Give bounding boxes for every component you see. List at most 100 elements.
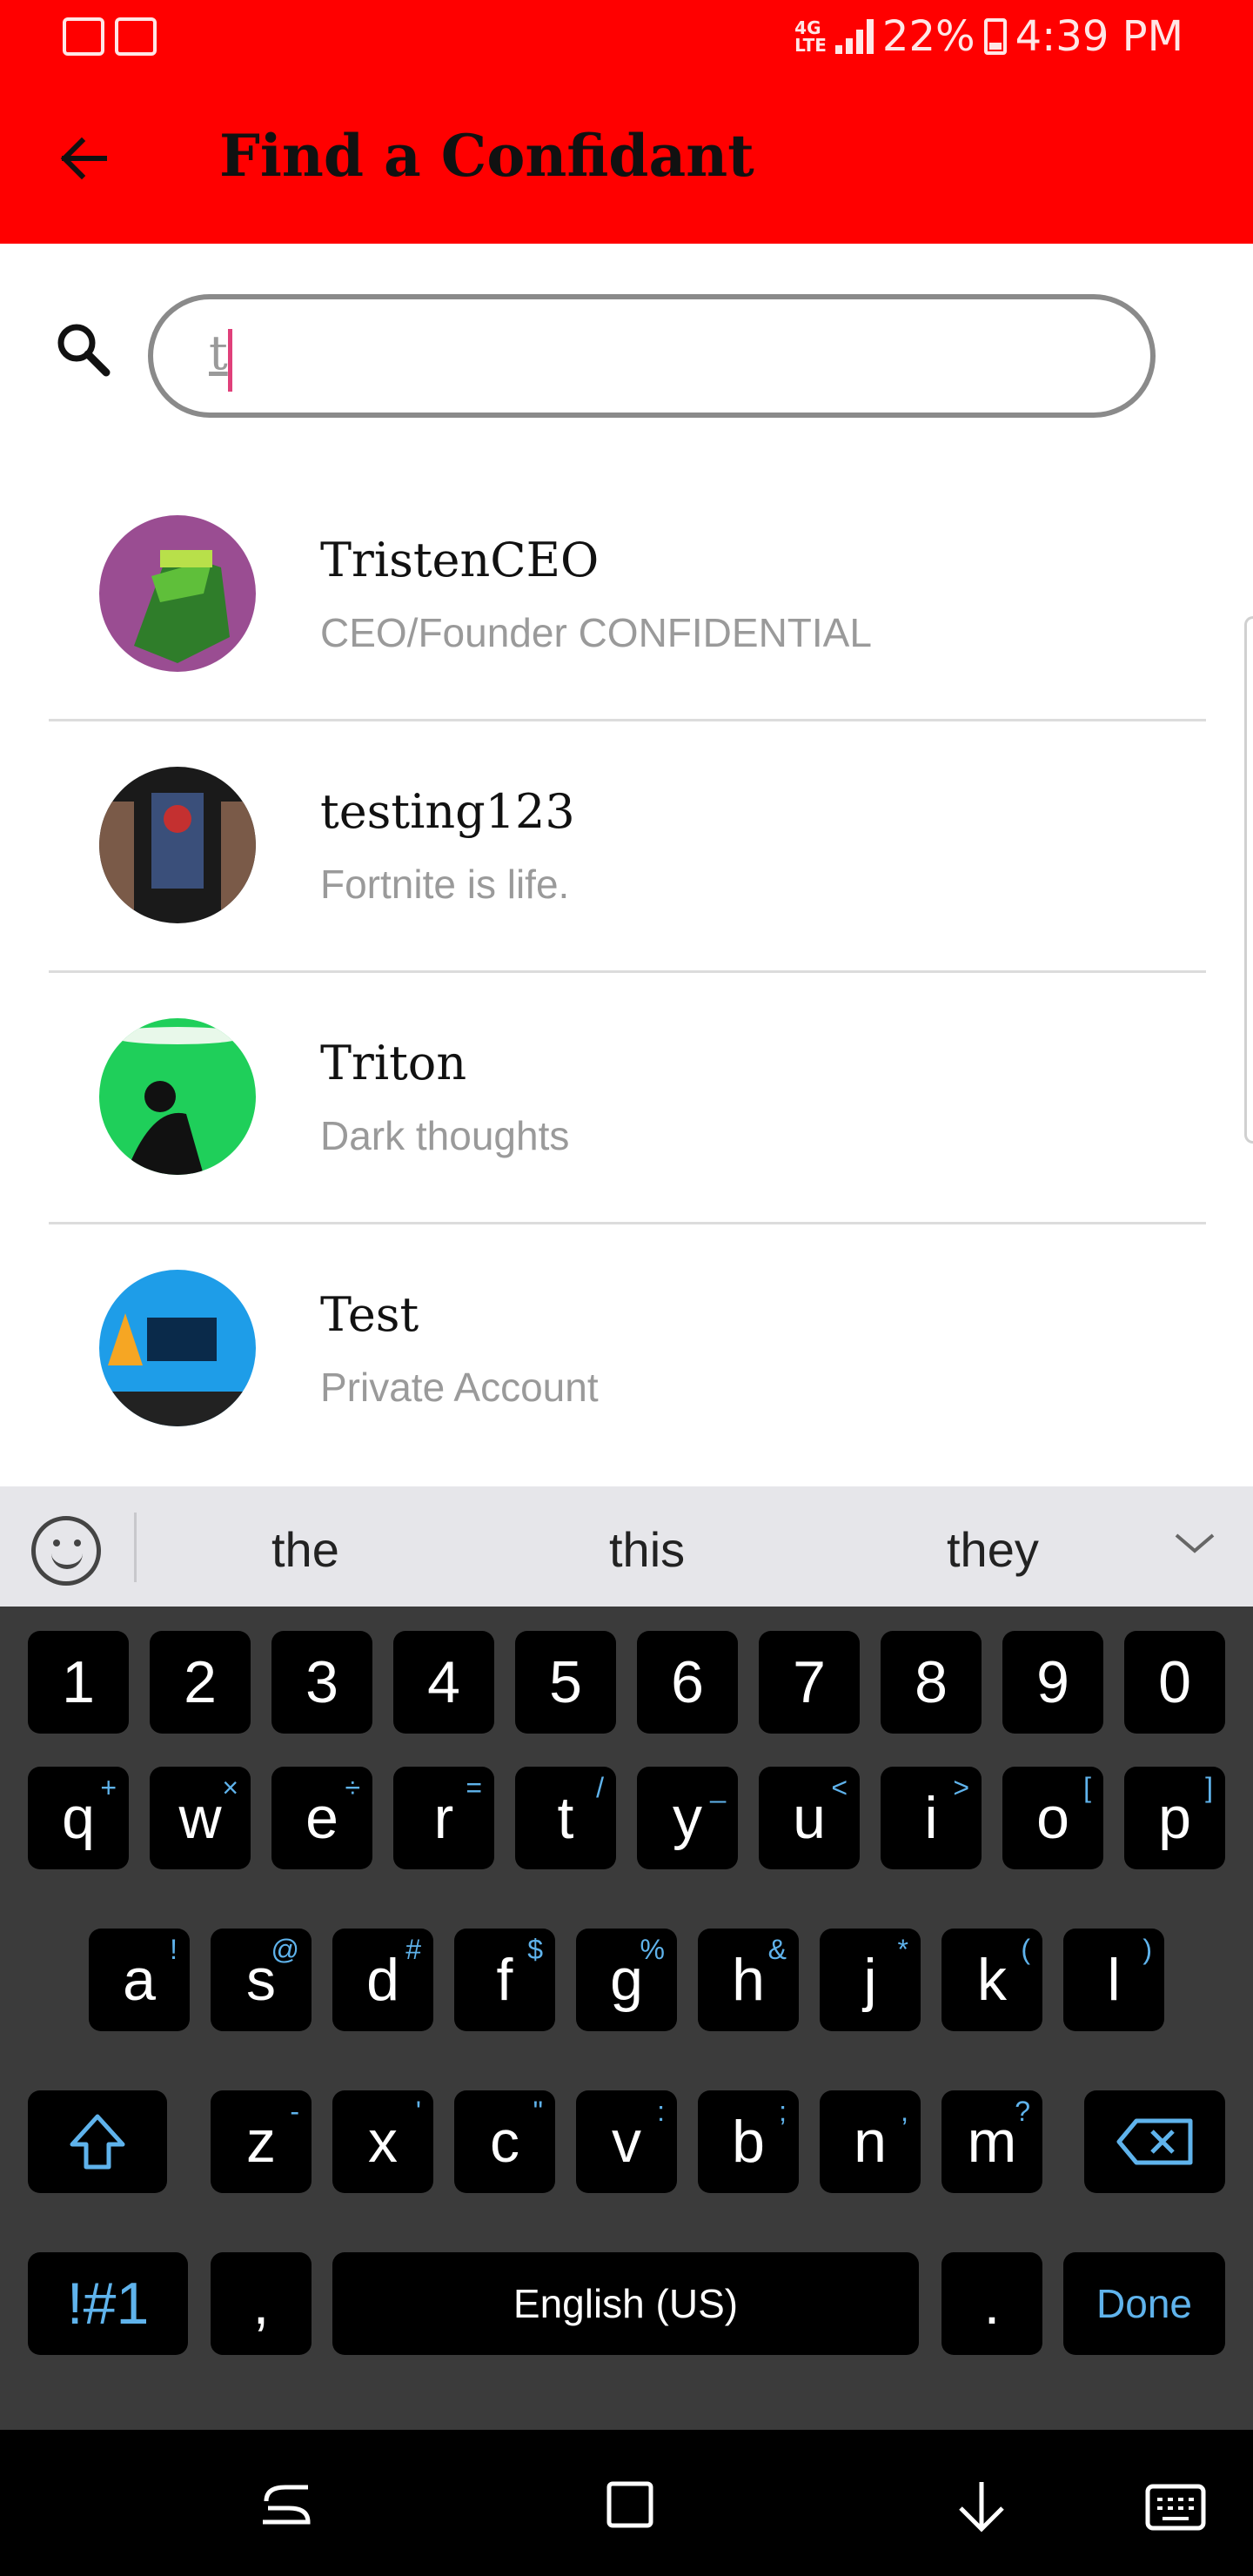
key-z-label: z	[246, 2109, 276, 2175]
key-j-label: j	[863, 1947, 877, 2013]
key-x[interactable]: x '	[332, 2090, 433, 2193]
key-w-label: w	[178, 1785, 222, 1851]
page-title: Find a Confidant	[219, 122, 754, 190]
key-d[interactable]: d #	[332, 1929, 433, 2031]
key-p[interactable]: p]	[1124, 1767, 1225, 1869]
key-w[interactable]: w ×	[150, 1767, 251, 1869]
signal-icon	[834, 19, 874, 54]
user-bio: Private Account	[320, 1365, 599, 1410]
recents-icon[interactable]	[259, 2479, 312, 2531]
key-done[interactable]: Done	[1063, 2252, 1225, 2355]
key-g-hint: %	[640, 1934, 665, 1965]
key-x-hint: '	[415, 2096, 421, 2127]
key-m[interactable]: m?	[941, 2090, 1042, 2193]
key-a[interactable]: a!	[89, 1929, 190, 2031]
key-g[interactable]: g%	[576, 1929, 677, 2031]
key-d-label: d	[366, 1947, 399, 2013]
key-o[interactable]: o[	[1002, 1767, 1103, 1869]
home-icon[interactable]	[604, 2479, 656, 2531]
key-4[interactable]: 4	[393, 1631, 494, 1734]
key-m-label: m	[967, 2109, 1017, 2175]
hide-keyboard-icon[interactable]	[954, 2479, 1009, 2534]
key-1[interactable]: 1	[28, 1631, 129, 1734]
key-shift[interactable]	[28, 2090, 167, 2193]
key-9-label: 9	[1036, 1649, 1069, 1715]
key-c[interactable]: c "	[454, 2090, 555, 2193]
key-k[interactable]: k(	[941, 1929, 1042, 2031]
key-t[interactable]: t /	[515, 1767, 616, 1869]
key-9[interactable]: 9	[1002, 1631, 1103, 1734]
key-8[interactable]: 8	[881, 1631, 982, 1734]
key-i[interactable]: i >	[881, 1767, 982, 1869]
key-3[interactable]: 3	[271, 1631, 372, 1734]
key-h[interactable]: h &	[698, 1929, 799, 2031]
user-name: Triton	[320, 1036, 467, 1090]
key-space[interactable]: English (US)	[332, 2252, 919, 2355]
scrollbar[interactable]	[1244, 616, 1253, 1144]
key-v[interactable]: v:	[576, 2090, 677, 2193]
search-input[interactable]: t	[148, 294, 1156, 418]
suggestion-word[interactable]: the	[271, 1521, 339, 1578]
key-y[interactable]: y _	[637, 1767, 738, 1869]
key-e-label: e	[305, 1785, 338, 1851]
key-4-label: 4	[427, 1649, 460, 1715]
status-bar: 4G LTE 22% 4:39 PM	[0, 0, 1253, 73]
search-input-value: t	[209, 325, 228, 380]
back-button[interactable]	[56, 131, 111, 186]
battery-icon	[983, 18, 1007, 55]
gallery-icon	[115, 17, 157, 56]
key-period[interactable]: .	[941, 2252, 1042, 2355]
key-n[interactable]: n,	[820, 2090, 921, 2193]
key-5-label: 5	[549, 1649, 582, 1715]
key-2[interactable]: 2	[150, 1631, 251, 1734]
key-v-hint: :	[657, 2096, 665, 2127]
battery-percent: 22%	[881, 12, 975, 61]
key-s[interactable]: s @	[211, 1929, 312, 2031]
key-backspace[interactable]	[1084, 2090, 1225, 2193]
key-q-label: q	[62, 1785, 95, 1851]
list-item[interactable]: Triton Dark thoughts	[49, 973, 1206, 1224]
key-f[interactable]: f $	[454, 1929, 555, 2031]
key-a-label: a	[123, 1947, 156, 2013]
key-l[interactable]: l)	[1063, 1929, 1164, 2031]
key-h-label: h	[732, 1947, 765, 2013]
key-b[interactable]: b;	[698, 2090, 799, 2193]
key-q-hint: +	[100, 1772, 117, 1803]
list-item[interactable]: testing123 Fortnite is life.	[49, 721, 1206, 973]
key-comma-label: ,	[252, 2271, 270, 2337]
key-u[interactable]: u <	[759, 1767, 860, 1869]
key-i-label: i	[924, 1785, 938, 1851]
key-z[interactable]: z-	[211, 2090, 312, 2193]
key-q[interactable]: q +	[28, 1767, 129, 1869]
key-y-hint: _	[710, 1772, 726, 1803]
suggestion-word[interactable]: this	[609, 1521, 685, 1578]
key-5[interactable]: 5	[515, 1631, 616, 1734]
key-r[interactable]: r =	[393, 1767, 494, 1869]
chevron-down-icon[interactable]	[1173, 1521, 1216, 1565]
key-2-label: 2	[184, 1649, 217, 1715]
emoji-icon[interactable]	[31, 1516, 101, 1586]
arrow-left-icon	[60, 137, 107, 180]
list-item[interactable]: Test Private Account	[49, 1224, 1206, 1476]
key-comma[interactable]: ,	[211, 2252, 312, 2355]
key-0[interactable]: 0	[1124, 1631, 1225, 1734]
suggestion-word[interactable]: they	[947, 1521, 1039, 1578]
key-e[interactable]: e ÷	[271, 1767, 372, 1869]
key-j[interactable]: j *	[820, 1929, 921, 2031]
network-4g-icon: 4G LTE	[794, 17, 827, 56]
key-j-hint: *	[897, 1934, 908, 1965]
search-icon	[52, 319, 115, 381]
key-k-hint: (	[1021, 1934, 1030, 1965]
key-symbols[interactable]: !#1	[28, 2252, 188, 2355]
app-bar: 4G LTE 22% 4:39 PM Find a Confidant	[0, 0, 1253, 244]
avatar	[99, 515, 256, 672]
keyboard-icon[interactable]	[1145, 2484, 1206, 2531]
key-7[interactable]: 7	[759, 1631, 860, 1734]
list-item[interactable]: TristenCEO CEO/Founder CONFIDENTIAL	[49, 470, 1206, 721]
key-y-label: y	[673, 1785, 702, 1851]
user-bio: Dark thoughts	[320, 1113, 570, 1158]
key-6[interactable]: 6	[637, 1631, 738, 1734]
user-name: testing123	[320, 784, 575, 839]
key-b-label: b	[732, 2109, 765, 2175]
key-8-label: 8	[915, 1649, 948, 1715]
